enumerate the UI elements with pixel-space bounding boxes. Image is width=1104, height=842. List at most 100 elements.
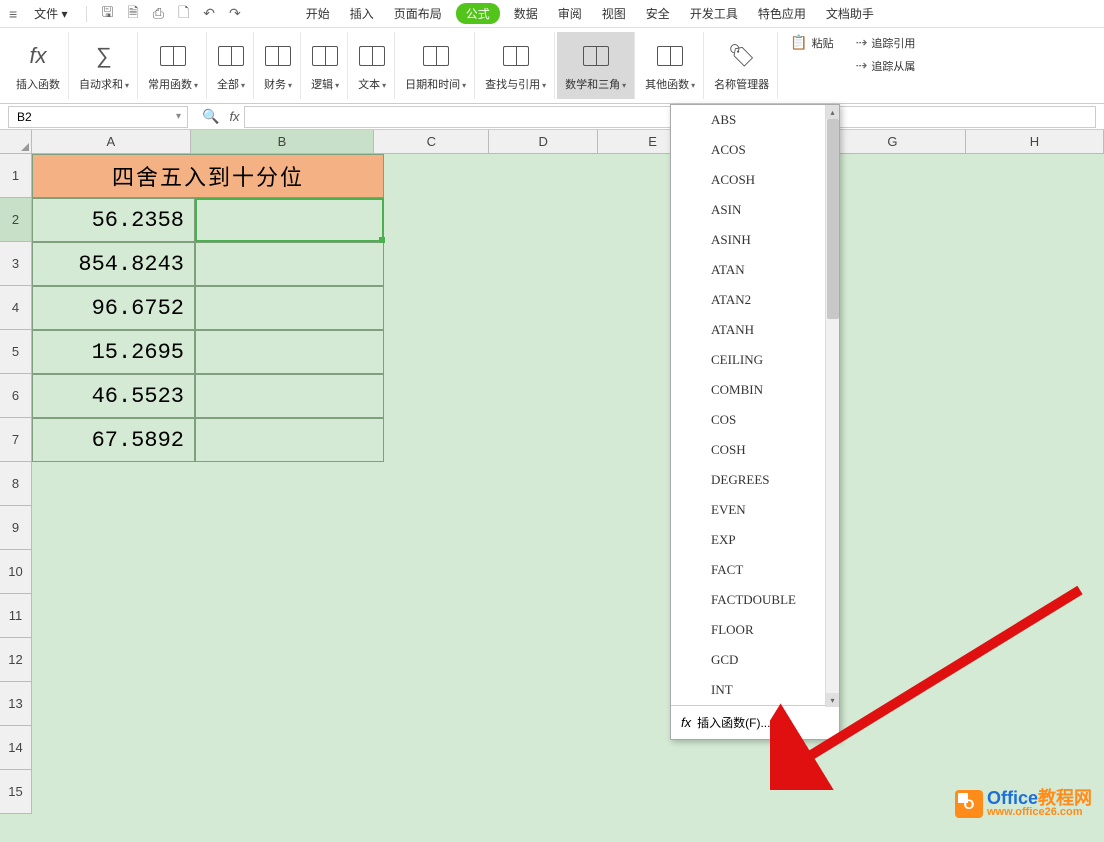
row-header-13[interactable]: 13 [0,682,32,726]
insert-function-footer[interactable]: fx 插入函数(F)... [671,705,839,739]
dropdown-item-acosh[interactable]: ACOSH [671,165,839,195]
row-header-5[interactable]: 5 [0,330,32,374]
cell-B4[interactable] [195,286,384,330]
financial-button[interactable]: 财务▾ [256,32,301,99]
row-header-7[interactable]: 7 [0,418,32,462]
row-header-14[interactable]: 14 [0,726,32,770]
row-header-12[interactable]: 12 [0,638,32,682]
row-header-11[interactable]: 11 [0,594,32,638]
cell-A6[interactable]: 46.5523 [32,374,195,418]
lookup-button[interactable]: 查找与引用▾ [477,32,555,99]
dropdown-item-int[interactable]: INT [671,675,839,705]
row-header-1[interactable]: 1 [0,154,32,198]
tab-start[interactable]: 开始 [300,3,336,24]
cell-A4[interactable]: 96.6752 [32,286,195,330]
paste-button[interactable]: 📋粘贴 [786,32,837,53]
cell-B2[interactable] [195,198,384,242]
tab-devtools[interactable]: 开发工具 [684,3,744,24]
cell-B3[interactable] [195,242,384,286]
dropdown-item-cos[interactable]: COS [671,405,839,435]
save-as-icon[interactable]: 🗎 [124,2,141,26]
tab-dochelper[interactable]: 文档助手 [820,3,880,24]
tab-review[interactable]: 审阅 [552,3,588,24]
row-header-9[interactable]: 9 [0,506,32,550]
col-header-C[interactable]: C [374,130,489,154]
dropdown-item-atan[interactable]: ATAN [671,255,839,285]
dropdown-item-fact[interactable]: FACT [671,555,839,585]
name-manager-button[interactable]: 🏷 名称管理器 [706,32,778,99]
col-header-A[interactable]: A [32,130,191,154]
merged-title-cell[interactable]: 四舍五入到十分位 [32,154,384,198]
undo-icon[interactable]: ↶ [200,5,218,22]
trace-precedents-button[interactable]: ⇢追踪引用 [852,32,920,53]
tab-security[interactable]: 安全 [640,3,676,24]
dropdown-item-exp[interactable]: EXP [671,525,839,555]
col-header-D[interactable]: D [489,130,598,154]
dropdown-item-floor[interactable]: FLOOR [671,615,839,645]
datetime-button[interactable]: 日期和时间▾ [397,32,475,99]
print-icon[interactable]: ⎙ [150,5,167,22]
dropdown-item-degrees[interactable]: DEGREES [671,465,839,495]
dropdown-scrollbar[interactable]: ▴ ▾ [825,105,839,707]
dropdown-item-gcd[interactable]: GCD [671,645,839,675]
cell-A2[interactable]: 56.2358 [32,198,195,242]
cell-B5[interactable] [195,330,384,374]
cell-A5[interactable]: 15.2695 [32,330,195,374]
dropdown-item-asin[interactable]: ASIN [671,195,839,225]
tab-special[interactable]: 特色应用 [752,3,812,24]
fx-icon[interactable]: fx [225,109,243,124]
row-header-2[interactable]: 2 [0,198,32,242]
redo-icon[interactable]: ↷ [226,5,244,22]
col-header-G[interactable]: G [820,130,966,154]
dropdown-item-cosh[interactable]: COSH [671,435,839,465]
dropdown-item-combin[interactable]: COMBIN [671,375,839,405]
insert-function-button[interactable]: fx 插入函数 [8,32,69,99]
row-header-3[interactable]: 3 [0,242,32,286]
scroll-thumb[interactable] [827,119,839,319]
all-functions-button[interactable]: 全部▾ [209,32,254,99]
dropdown-item-even[interactable]: EVEN [671,495,839,525]
select-all-corner[interactable] [0,130,32,154]
logical-button[interactable]: 逻辑▾ [303,32,348,99]
dropdown-item-factdouble[interactable]: FACTDOUBLE [671,585,839,615]
file-menu[interactable]: 文件 ▾ [28,3,73,24]
text-button[interactable]: 文本▾ [350,32,395,99]
save-icon[interactable]: 🖫 [99,2,117,26]
autosum-button[interactable]: ∑ 自动求和▾ [71,32,138,99]
cell-A7[interactable]: 67.5892 [32,418,195,462]
cell-A3[interactable]: 854.8243 [32,242,195,286]
fx-icon: fx [29,40,46,72]
math-trig-button[interactable]: 数学和三角▾ [557,32,635,99]
book-icon [583,40,609,72]
trace-dependents-button[interactable]: ⇢追踪从属 [852,55,920,76]
cell-B7[interactable] [195,418,384,462]
dropdown-item-abs[interactable]: ABS [671,105,839,135]
hamburger-icon[interactable]: ≡ [6,6,20,22]
other-functions-button[interactable]: 其他函数▾ [637,32,704,99]
col-header-H[interactable]: H [966,130,1104,154]
row-header-8[interactable]: 8 [0,462,32,506]
tab-view[interactable]: 视图 [596,3,632,24]
scroll-up-button[interactable]: ▴ [826,105,839,119]
cell-B6[interactable] [195,374,384,418]
row-header-15[interactable]: 15 [0,770,32,814]
row-header-6[interactable]: 6 [0,374,32,418]
zoom-icon[interactable]: 🔍 [196,108,225,125]
row-header-10[interactable]: 10 [0,550,32,594]
dropdown-item-atanh[interactable]: ATANH [671,315,839,345]
tab-insert[interactable]: 插入 [344,3,380,24]
tab-formula[interactable]: 公式 [456,3,500,24]
name-box[interactable]: B2 [8,106,188,128]
tab-data[interactable]: 数据 [508,3,544,24]
spreadsheet-grid[interactable]: ABCDEFGH 123456789101112131415 四舍五入到十分位 … [0,130,1104,842]
dropdown-item-ceiling[interactable]: CEILING [671,345,839,375]
dropdown-item-asinh[interactable]: ASINH [671,225,839,255]
dropdown-item-atan2[interactable]: ATAN2 [671,285,839,315]
row-header-4[interactable]: 4 [0,286,32,330]
dropdown-item-acos[interactable]: ACOS [671,135,839,165]
col-header-B[interactable]: B [191,130,375,154]
preview-icon[interactable]: 🗋 [175,2,192,26]
scroll-down-button[interactable]: ▾ [826,693,839,707]
tab-layout[interactable]: 页面布局 [388,3,448,24]
recent-functions-button[interactable]: 常用函数▾ [140,32,207,99]
